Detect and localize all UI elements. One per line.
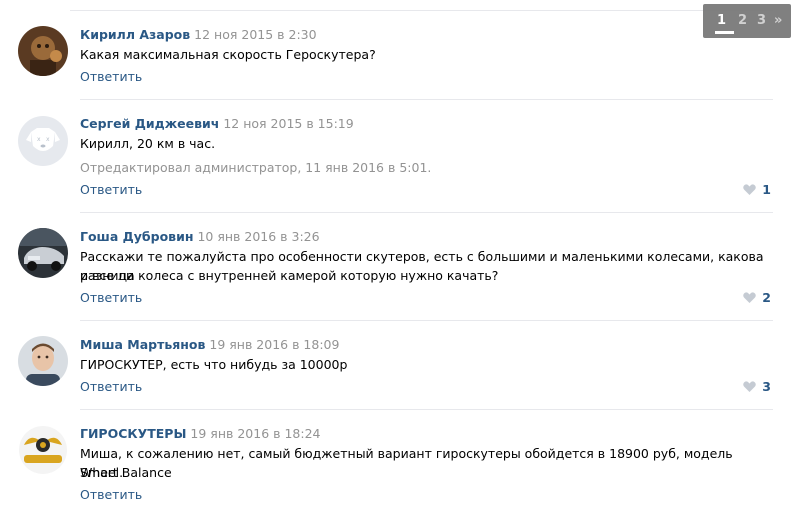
reply-link[interactable]: Ответить — [80, 379, 142, 394]
gyro-logo-avatar[interactable] — [18, 425, 68, 475]
top-divider — [70, 10, 773, 11]
author-link[interactable]: Кирилл Азаров — [80, 27, 190, 42]
like-count: 2 — [762, 290, 771, 305]
author-link[interactable]: Гоша Дубровин — [80, 229, 193, 244]
like-count: 3 — [762, 379, 771, 394]
comment-separator — [80, 212, 773, 213]
comment-text-line: и все ли колеса с внутренней камерой кот… — [80, 268, 499, 283]
svg-text:x: x — [37, 136, 41, 143]
comment-date[interactable]: 10 янв 2016 в 3:26 — [197, 229, 319, 244]
comment-date[interactable]: 12 ноя 2015 в 2:30 — [194, 27, 316, 42]
comment-header: Сергей Диджеевич 12 ноя 2015 в 15:19 — [80, 116, 354, 131]
car-avatar[interactable] — [18, 228, 68, 278]
like-button[interactable]: 3 — [743, 379, 771, 394]
comment-text: Кирилл, 20 км в час. — [80, 136, 216, 151]
reply-link[interactable]: Ответить — [80, 290, 142, 305]
comment-separator — [80, 320, 773, 321]
comment-header: Гоша Дубровин 10 янв 2016 в 3:26 — [80, 229, 320, 244]
comment-date[interactable]: 12 ноя 2015 в 15:19 — [223, 116, 353, 131]
comment-item: ГИРОСКУТЕРЫ 19 янв 2016 в 18:24 Миша, к с… — [0, 425, 791, 510]
reply-link[interactable]: Ответить — [80, 182, 142, 197]
like-button[interactable]: 1 — [743, 182, 771, 197]
like-count: 1 — [762, 182, 771, 197]
like-button[interactable]: 2 — [743, 290, 771, 305]
comment-item: Миша Мартьянов 19 янв 2016 в 18:09 ГИРОСК… — [0, 336, 791, 409]
svg-text:x: x — [46, 136, 50, 143]
comment-separator — [80, 409, 773, 410]
comment-header: Кирилл Азаров 12 ноя 2015 в 2:30 — [80, 27, 317, 42]
heart-icon — [743, 381, 757, 392]
comment-header: ГИРОСКУТЕРЫ 19 янв 2016 в 18:24 — [80, 426, 320, 441]
comment-text: ГИРОСКУТЕР, есть что нибудь за 10000р — [80, 357, 348, 372]
comment-text-line: Wheel. — [80, 465, 124, 480]
edited-note: Отредактировал администратор, 11 янв 201… — [80, 160, 432, 175]
comment-header: Миша Мартьянов 19 янв 2016 в 18:09 — [80, 337, 339, 352]
comment-item: Гоша Дубровин 10 янв 2016 в 3:26 Расскажи… — [0, 228, 791, 320]
comment-separator — [80, 99, 773, 100]
comment-item: x x Сергей Диджеевич 12 ноя 2015 в 15:19 … — [0, 115, 791, 212]
comment-date[interactable]: 19 янв 2016 в 18:09 — [209, 337, 339, 352]
comment-text: Какая максимальная скорость Героскутера? — [80, 47, 376, 62]
author-link[interactable]: ГИРОСКУТЕРЫ — [80, 426, 186, 441]
comment-date[interactable]: 19 янв 2016 в 18:24 — [190, 426, 320, 441]
young-man-avatar[interactable] — [18, 336, 68, 386]
brown-figure-avatar[interactable] — [18, 26, 68, 76]
reply-link[interactable]: Ответить — [80, 487, 142, 502]
heart-icon — [743, 292, 757, 303]
heart-icon — [743, 184, 757, 195]
reply-link[interactable]: Ответить — [80, 69, 142, 84]
author-link[interactable]: Сергей Диджеевич — [80, 116, 219, 131]
comment-item: Кирилл Азаров 12 ноя 2015 в 2:30 Какая ма… — [0, 26, 791, 100]
deactivated-dog-avatar[interactable]: x x — [18, 116, 68, 166]
author-link[interactable]: Миша Мартьянов — [80, 337, 205, 352]
